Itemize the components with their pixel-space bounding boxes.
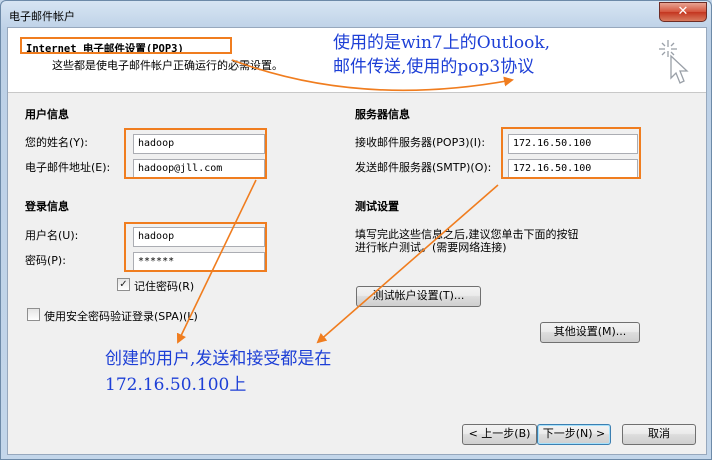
arrow-from-server-info — [316, 184, 499, 344]
arrow-from-user-info — [176, 179, 257, 344]
annotation-arrows — [176, 59, 514, 344]
arrow-to-top-annotation — [231, 59, 514, 92]
